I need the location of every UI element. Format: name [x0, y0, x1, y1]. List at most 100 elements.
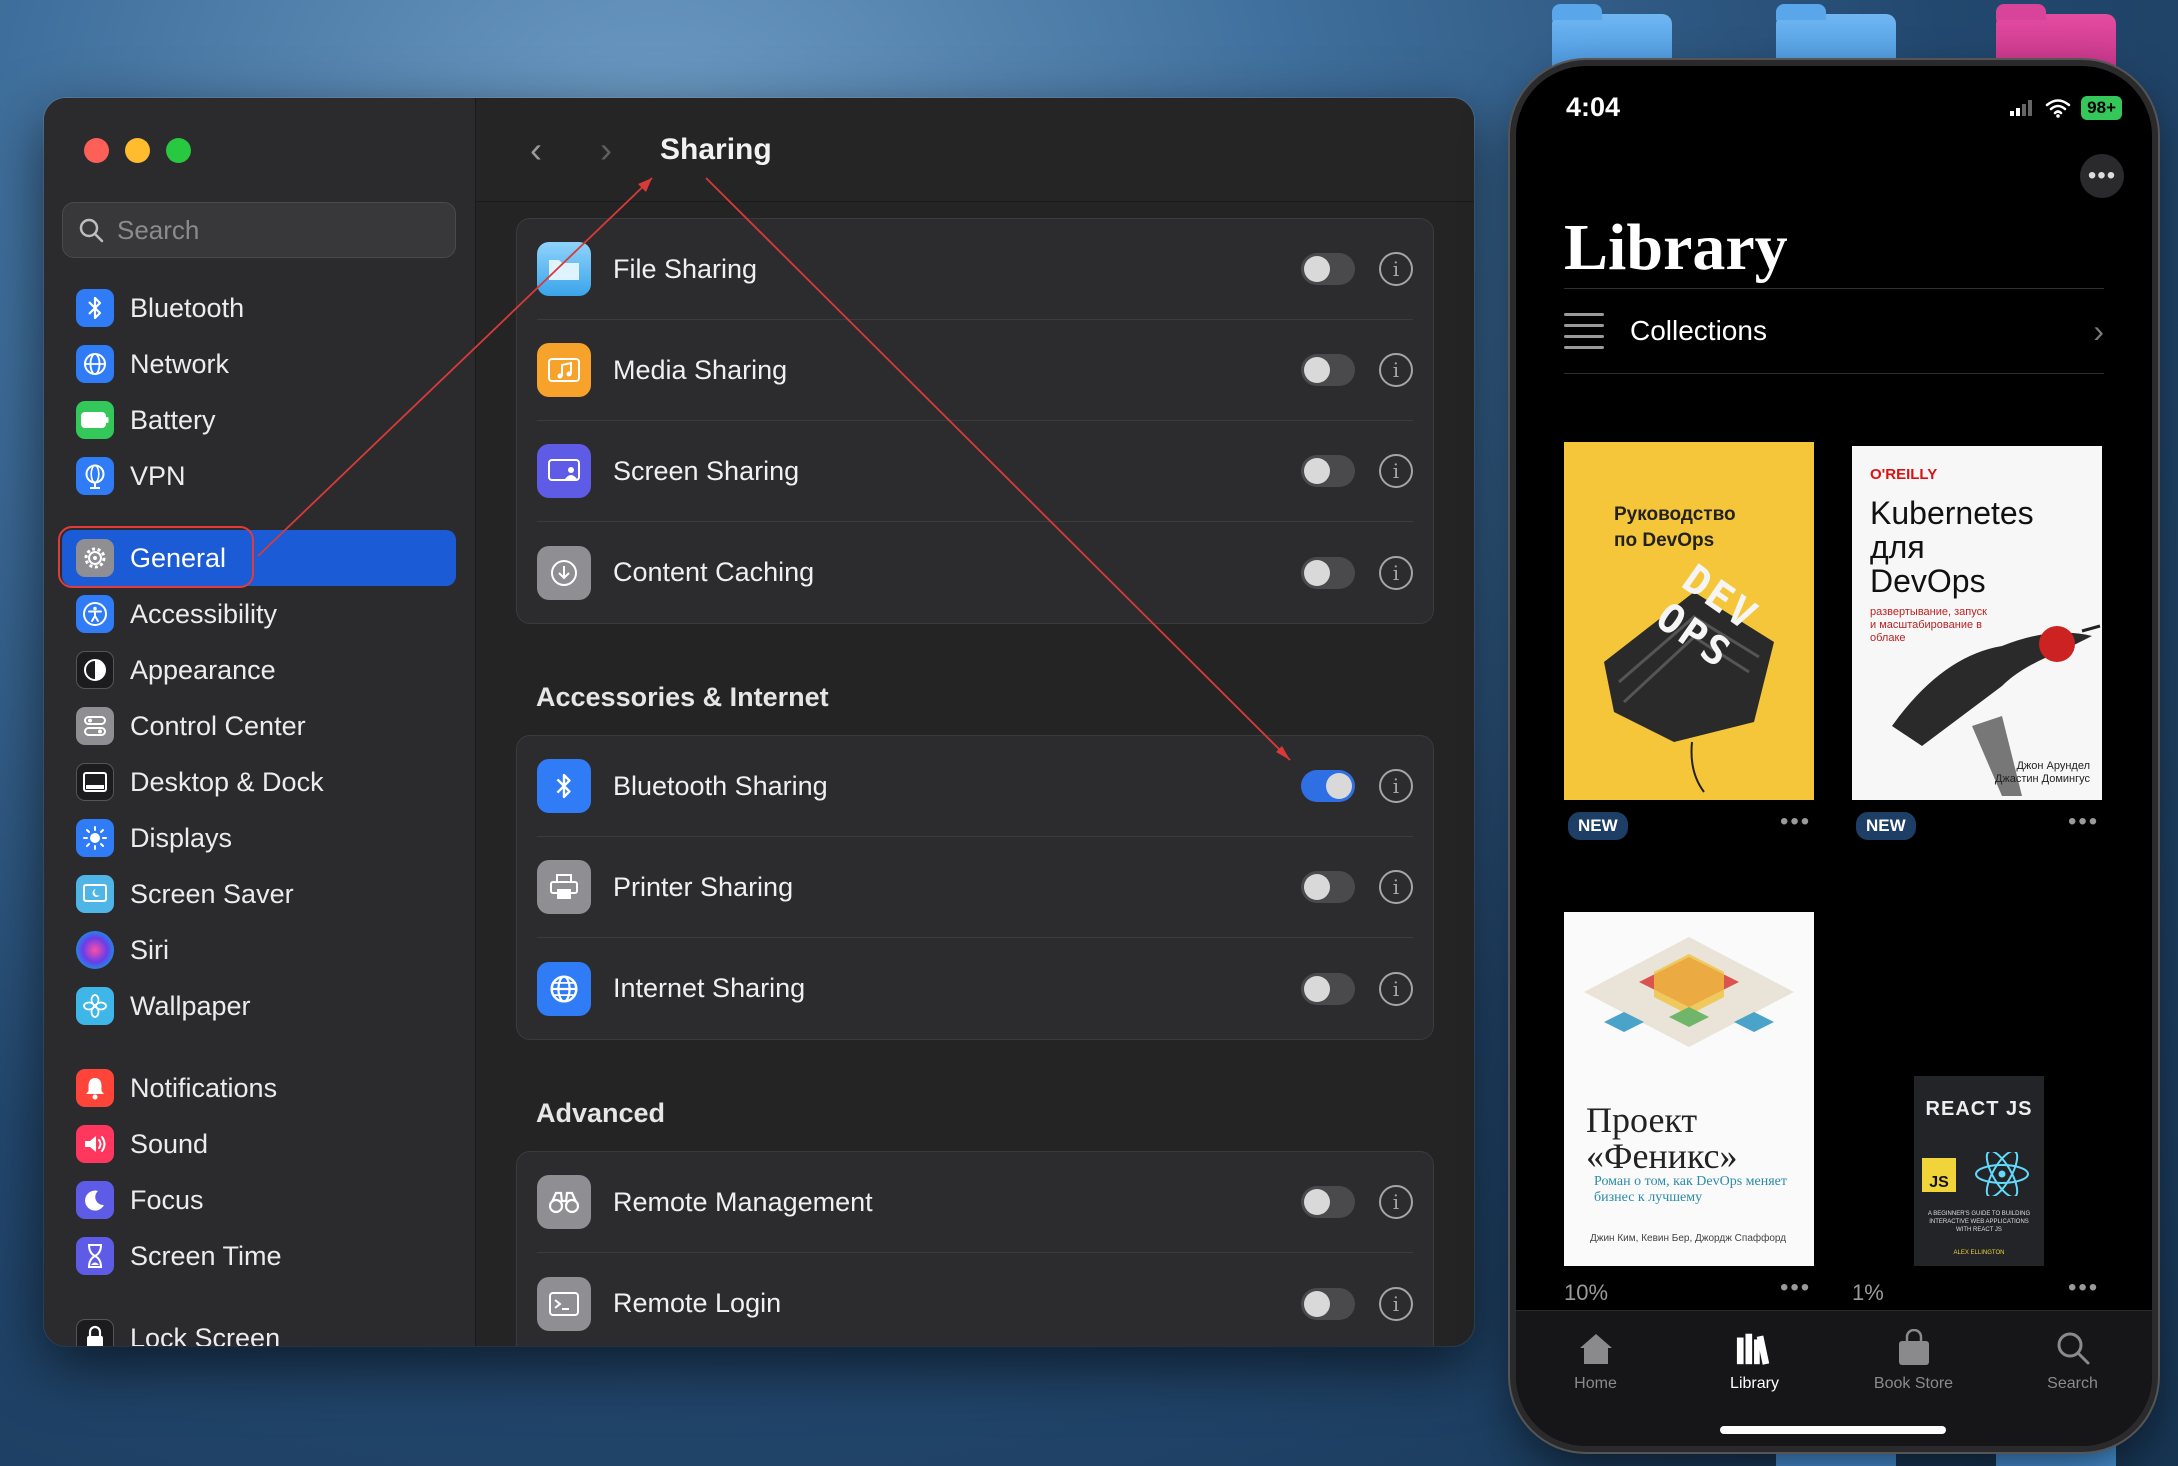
sidebar-item-focus[interactable]: Focus — [62, 1172, 456, 1228]
react-atom-icon — [1975, 1152, 2029, 1196]
sidebar-item-label: Accessibility — [130, 598, 278, 629]
reading-progress: 10% — [1564, 1280, 1609, 1305]
file-sharing-toggle[interactable] — [1301, 253, 1355, 285]
book-subtitle: A BEGINNER'S GUIDE TO BUILDING INTERACTI… — [1927, 1211, 2031, 1233]
sidebar-item-notifications[interactable]: Notifications — [62, 1060, 456, 1116]
more-options-button[interactable]: ••• — [2080, 154, 2124, 198]
content-caching-toggle[interactable] — [1301, 556, 1355, 589]
info-button[interactable]: i — [1379, 454, 1413, 488]
sidebar-item-network[interactable]: Network — [62, 336, 456, 392]
sidebar-item-wallpaper[interactable]: Wallpaper — [62, 978, 456, 1034]
page-title: Sharing — [660, 132, 772, 166]
sidebar-item-label: Battery — [130, 404, 216, 435]
bluetooth-sharing-toggle[interactable] — [1301, 770, 1355, 802]
media-sharing-row: Media Sharing i — [537, 320, 1413, 421]
info-button[interactable]: i — [1379, 769, 1413, 803]
sidebar-item-desktop-dock[interactable]: Desktop & Dock — [62, 754, 456, 810]
search-field[interactable] — [62, 202, 456, 258]
house-icon — [1576, 1329, 1616, 1367]
globe-icon — [76, 345, 114, 383]
row-label: Internet Sharing — [613, 973, 806, 1003]
book-more-button[interactable]: ••• — [1780, 1274, 1811, 1302]
vpn-globe-icon — [76, 457, 114, 495]
info-button[interactable]: i — [1379, 1185, 1413, 1219]
sidebar-item-label: Focus — [130, 1184, 204, 1215]
sidebar-item-accessibility[interactable]: Accessibility — [62, 586, 456, 642]
section-title-accessories: Accessories & Internet — [536, 682, 829, 712]
row-label: Remote Login — [613, 1288, 782, 1318]
info-button[interactable]: i — [1379, 353, 1413, 387]
lock-icon — [76, 1319, 114, 1346]
battery-icon — [76, 401, 114, 439]
printer-sharing-toggle[interactable] — [1301, 871, 1355, 903]
search-input[interactable] — [117, 214, 437, 246]
info-button[interactable]: i — [1379, 555, 1413, 590]
media-sharing-toggle[interactable] — [1301, 354, 1355, 386]
sidebar-item-screen-saver[interactable]: Screen Saver — [62, 866, 456, 922]
sun-icon — [76, 819, 114, 857]
sidebar-item-label: Network — [130, 348, 230, 379]
close-button[interactable] — [84, 138, 109, 163]
remote-login-toggle[interactable] — [1301, 1287, 1355, 1320]
sidebar-item-appearance[interactable]: Appearance — [62, 642, 456, 698]
desktop-folder[interactable] — [1996, 4, 2116, 74]
book-more-button[interactable]: ••• — [1780, 808, 1811, 836]
reading-progress: 1% — [1852, 1280, 1884, 1305]
sidebar-item-battery[interactable]: Battery — [62, 392, 456, 448]
info-button[interactable]: i — [1379, 252, 1413, 286]
remote-management-toggle[interactable] — [1301, 1186, 1355, 1218]
collections-row[interactable]: Collections › — [1564, 288, 2104, 374]
book-subtitle: Роман о том, как DevOps меняет бизнес к … — [1594, 1174, 1787, 1205]
desktop-folder[interactable] — [1552, 4, 1672, 74]
sidebar-item-sound[interactable]: Sound — [62, 1116, 456, 1172]
printer-icon — [537, 860, 591, 914]
home-indicator[interactable] — [1720, 1426, 1946, 1434]
sidebar-item-label: Sound — [130, 1128, 209, 1159]
sidebar-item-screen-time[interactable]: Screen Time — [62, 1228, 456, 1284]
info-button[interactable]: i — [1379, 971, 1413, 1006]
row-label: Screen Sharing — [613, 455, 800, 486]
book-title-line: Проект — [1586, 1100, 1698, 1140]
sidebar-item-displays[interactable]: Displays — [62, 810, 456, 866]
sidebar-item-siri[interactable]: Siri — [62, 922, 456, 978]
sidebar-item-general[interactable]: General — [62, 530, 456, 586]
book-more-button[interactable]: ••• — [2068, 808, 2099, 836]
tab-home[interactable]: Home — [1536, 1329, 1656, 1446]
book-cover[interactable]: Проект «Феникс» Роман о том, как DevOps … — [1564, 912, 1814, 1266]
sidebar-item-label: Desktop & Dock — [130, 766, 324, 797]
internet-sharing-row: Internet Sharing i — [537, 938, 1413, 1039]
control-center-icon — [76, 707, 114, 745]
tab-label: Search — [2047, 1375, 2098, 1392]
tab-search[interactable]: Search — [2013, 1329, 2133, 1446]
internet-sharing-toggle[interactable] — [1301, 972, 1355, 1005]
books-icon — [1735, 1329, 1775, 1367]
sidebar-item-lock-screen[interactable]: Lock Screen — [62, 1310, 456, 1346]
minimize-button[interactable] — [125, 138, 150, 163]
book-authors: Джин Ким, Кевин Бер, Джордж Спаффорд — [1590, 1233, 1787, 1244]
desktop-folder[interactable] — [1776, 4, 1896, 74]
forward-button[interactable]: › — [586, 129, 626, 170]
settings-content: File Sharing i Media Sharing i Screen Sh… — [516, 218, 1434, 1346]
sidebar-item-control-center[interactable]: Control Center — [62, 698, 456, 754]
tab-label: Home — [1574, 1375, 1617, 1392]
sidebar-item-vpn[interactable]: VPN — [62, 448, 456, 504]
sharing-group: File Sharing i Media Sharing i Screen Sh… — [516, 218, 1434, 624]
zoom-button[interactable] — [166, 138, 191, 163]
info-button[interactable]: i — [1379, 1286, 1413, 1321]
book-cover[interactable]: Руководство по DevOps DEV OPS — [1564, 442, 1814, 800]
window-controls — [84, 138, 191, 163]
info-button[interactable]: i — [1379, 870, 1413, 904]
screen-sharing-toggle[interactable] — [1301, 455, 1355, 487]
accessories-group: Bluetooth Sharing i Printer Sharing i In… — [516, 735, 1434, 1040]
book-more-button[interactable]: ••• — [2068, 1274, 2099, 1302]
book-cover[interactable]: O'REILLY Kubernetes для DevOps развертыв… — [1852, 446, 2102, 800]
row-label: Remote Management — [613, 1186, 873, 1217]
sidebar-list: Bluetooth Network Battery VPN General Ac… — [62, 280, 456, 1346]
book-title: Проект «Феникс» — [1586, 1102, 1738, 1174]
book-cover[interactable]: REACT JS JS A BEGINNER'S GUIDE TO BUILDI… — [1914, 1076, 2044, 1266]
back-button[interactable]: ‹ — [516, 129, 556, 170]
sidebar-item-bluetooth[interactable]: Bluetooth — [62, 280, 456, 336]
chevron-right-icon: › — [2093, 312, 2104, 349]
screen-sharing-row: Screen Sharing i — [537, 421, 1413, 522]
page-title: Library — [1564, 211, 1788, 284]
